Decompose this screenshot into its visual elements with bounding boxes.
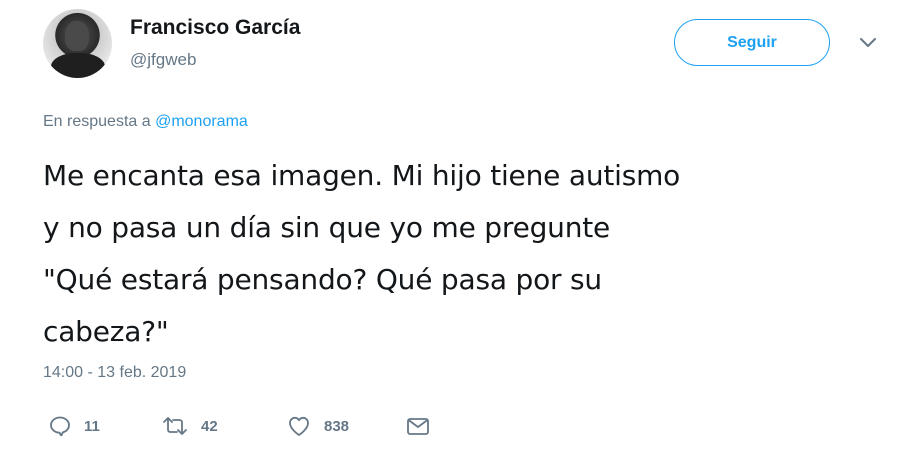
retweet-button[interactable]: 42 bbox=[161, 408, 218, 444]
tweet-timestamp[interactable]: 14:00 - 13 feb. 2019 bbox=[43, 364, 186, 382]
reply-context: En respuesta a @monorama bbox=[43, 113, 248, 131]
reply-count: 11 bbox=[84, 417, 100, 435]
tweet-text-line: y no pasa un día sin que yo me pregunte bbox=[43, 211, 611, 244]
reply-icon bbox=[48, 414, 72, 438]
reply-mention-link[interactable]: @monorama bbox=[155, 113, 248, 130]
tweet-text-line: "Qué estará pensando? Qué pasa por su bbox=[43, 263, 602, 296]
like-count: 838 bbox=[324, 417, 350, 435]
avatar[interactable] bbox=[43, 9, 112, 78]
tweet-text-line: cabeza?" bbox=[43, 315, 169, 348]
like-button[interactable]: 838 bbox=[286, 408, 349, 444]
tweet-card: Francisco García @jfgweb Seguir En respu… bbox=[0, 0, 919, 469]
avatar-body bbox=[51, 53, 105, 78]
envelope-icon bbox=[405, 414, 431, 438]
heart-icon bbox=[286, 414, 312, 438]
retweet-count: 42 bbox=[201, 417, 218, 435]
direct-message-button[interactable] bbox=[405, 408, 431, 444]
follow-button[interactable]: Seguir bbox=[674, 19, 830, 66]
tweet-text: Me encanta esa imagen. Mi hijo tiene aut… bbox=[43, 150, 893, 358]
retweet-icon bbox=[161, 414, 189, 438]
user-display-name[interactable]: Francisco García bbox=[130, 16, 300, 40]
reply-button[interactable]: 11 bbox=[48, 408, 100, 444]
tweet-text-line: Me encanta esa imagen. Mi hijo tiene aut… bbox=[43, 159, 681, 192]
chevron-down-icon[interactable] bbox=[858, 36, 878, 50]
reply-context-prefix: En respuesta a bbox=[43, 113, 151, 130]
avatar-head bbox=[65, 21, 89, 51]
user-handle[interactable]: @jfgweb bbox=[130, 50, 196, 70]
